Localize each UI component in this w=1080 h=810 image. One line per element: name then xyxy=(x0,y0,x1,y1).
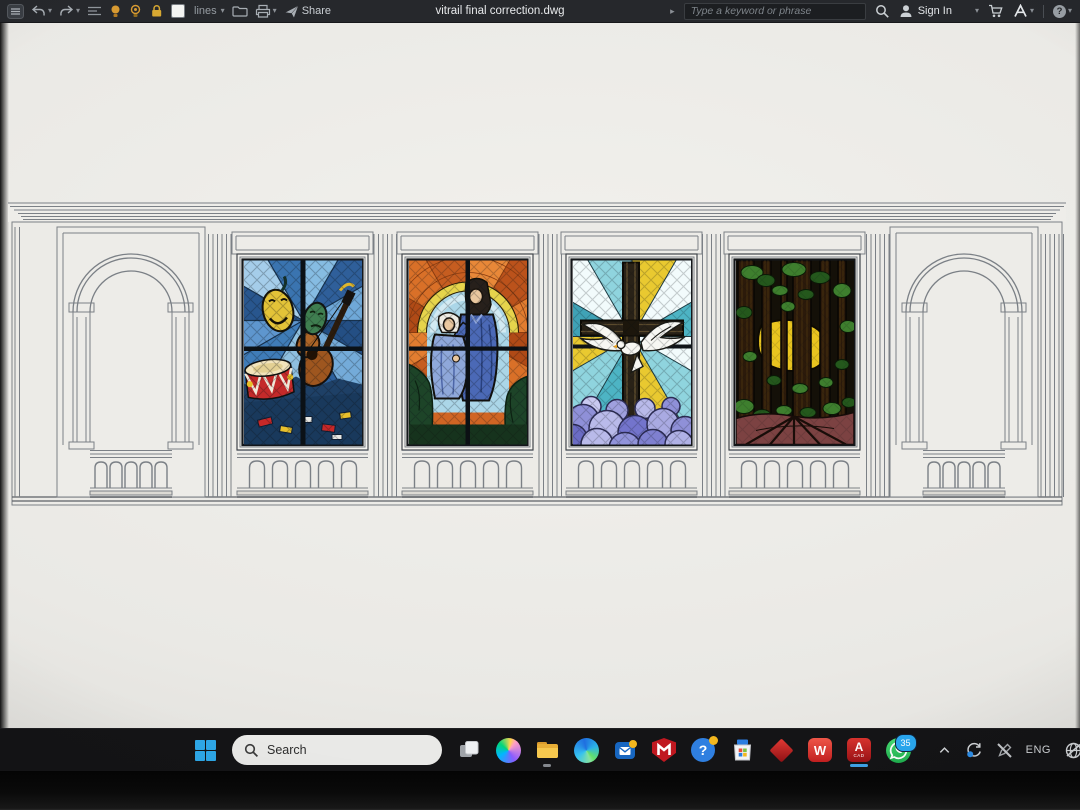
mcafee-icon xyxy=(652,738,676,762)
redo-button[interactable]: ▾ xyxy=(59,5,80,17)
layer-lock-icon[interactable] xyxy=(149,4,164,18)
language-indicator[interactable]: ENG xyxy=(1026,744,1051,756)
microsoft-store-icon xyxy=(730,738,755,763)
laptop-screen: ▾ ▾ lines ▾ ▾ Share xyxy=(0,0,1080,770)
whatsapp-unread-badge: 35 xyxy=(895,734,917,752)
help-icon: ? xyxy=(1053,5,1066,18)
quick-access-toolbar: ▾ ▾ lines ▾ ▾ Share xyxy=(0,4,331,19)
active-app-indicator xyxy=(850,764,868,767)
whatsapp-icon: 35 xyxy=(886,738,911,763)
get-help-icon: ? xyxy=(691,738,715,762)
current-layer-label: lines xyxy=(194,5,217,17)
cornice xyxy=(8,203,1066,222)
pen-disabled-icon[interactable] xyxy=(996,742,1013,759)
autodesk-caret-icon: ▾ xyxy=(1030,7,1034,15)
layer-dropdown[interactable]: lines ▾ xyxy=(192,5,225,17)
autodesk-account-button[interactable]: ▾ xyxy=(1013,4,1034,18)
document-title: vitrail final correction.dwg xyxy=(380,5,620,17)
open-app-indicator xyxy=(543,764,551,767)
autodesk-logo-icon xyxy=(1013,4,1028,18)
titlebar-divider xyxy=(1043,5,1044,18)
wps-office-icon: W xyxy=(808,738,832,762)
left-arch-bay xyxy=(57,227,205,497)
tray-chevron-icon[interactable] xyxy=(937,743,952,758)
file-explorer-button[interactable] xyxy=(530,733,564,767)
outlook-button[interactable] xyxy=(608,733,642,767)
search-expand-icon[interactable]: ▸ xyxy=(670,7,675,16)
network-globe-icon[interactable] xyxy=(1064,741,1080,760)
start-button[interactable] xyxy=(188,733,222,767)
whatsapp-button[interactable]: 35 xyxy=(881,733,915,767)
sign-in-button[interactable]: Sign In xyxy=(899,4,952,18)
autocad-letter: A xyxy=(855,741,864,753)
help-button[interactable]: ? ▾ xyxy=(1053,5,1072,18)
layer-caret-icon: ▾ xyxy=(221,7,225,15)
outlook-icon xyxy=(613,738,638,762)
plot-button[interactable]: ▾ xyxy=(255,4,277,18)
help-caret-icon: ▾ xyxy=(1068,7,1072,15)
autocad-title-bar: ▾ ▾ lines ▾ ▾ Share xyxy=(0,0,1080,23)
user-icon xyxy=(899,4,913,18)
share-label: Share xyxy=(302,5,331,17)
laptop-bezel xyxy=(0,770,1080,810)
edge-icon xyxy=(574,738,599,763)
sync-status-icon[interactable] xyxy=(965,741,983,759)
search-icon xyxy=(244,743,259,758)
autocad-sub-label: CAD xyxy=(853,754,864,759)
share-button[interactable]: Share xyxy=(284,4,331,19)
app-menu-button[interactable] xyxy=(7,4,24,19)
sign-in-label: Sign In xyxy=(918,5,952,17)
windows-taskbar: Search ? xyxy=(0,728,1080,771)
get-help-button[interactable]: ? xyxy=(686,733,720,767)
system-tray: ENG xyxy=(937,729,1080,771)
autocad-active-button[interactable]: A CAD xyxy=(842,733,876,767)
redo-caret-icon[interactable]: ▾ xyxy=(76,7,80,15)
autocad-diamond-icon xyxy=(769,738,793,762)
autocad-launcher-button[interactable] xyxy=(764,733,798,767)
color-swatch[interactable] xyxy=(171,4,185,18)
layer-light-on-icon[interactable] xyxy=(109,4,122,18)
printer-icon xyxy=(255,4,271,18)
right-arch-bay xyxy=(890,227,1038,497)
undo-caret-icon[interactable]: ▾ xyxy=(48,7,52,15)
linetype-icon[interactable] xyxy=(87,4,102,18)
search-icon[interactable] xyxy=(875,4,890,19)
stained-glass-forest xyxy=(734,261,856,445)
titlebar-right-cluster: ▸ Sign In ▾ ▾ ? ▾ xyxy=(670,3,1080,20)
copilot-icon xyxy=(496,738,521,763)
wps-letter: W xyxy=(814,743,826,758)
edge-button[interactable] xyxy=(569,733,603,767)
taskbar-search-label: Search xyxy=(267,743,307,757)
windows-logo-icon xyxy=(194,739,217,762)
layer-light-dim-icon[interactable] xyxy=(129,4,142,18)
copilot-button[interactable] xyxy=(491,733,525,767)
mcafee-button[interactable] xyxy=(647,733,681,767)
task-view-button[interactable] xyxy=(452,733,486,767)
help-search-input[interactable] xyxy=(684,3,866,20)
plot-caret-icon: ▾ xyxy=(273,7,277,15)
facade-drawing xyxy=(0,22,1080,728)
hamburger-icon xyxy=(7,4,24,19)
undo-icon xyxy=(31,5,46,17)
microsoft-store-button[interactable] xyxy=(725,733,759,767)
share-plane-icon xyxy=(284,4,300,19)
undo-button[interactable]: ▾ xyxy=(31,5,52,17)
drawing-canvas[interactable] xyxy=(0,22,1080,728)
taskbar-apps: Search ? xyxy=(188,733,915,767)
taskbar-search[interactable]: Search xyxy=(232,735,442,765)
notification-dot xyxy=(709,736,718,745)
task-view-icon xyxy=(457,738,481,762)
redo-icon xyxy=(59,5,74,17)
autocad-app-icon: A CAD xyxy=(847,738,871,762)
cart-icon[interactable] xyxy=(988,4,1004,18)
open-folder-icon[interactable] xyxy=(232,4,248,18)
sign-in-caret-icon[interactable]: ▾ xyxy=(975,7,979,15)
file-explorer-icon xyxy=(535,738,560,762)
wps-office-button[interactable]: W xyxy=(803,733,837,767)
